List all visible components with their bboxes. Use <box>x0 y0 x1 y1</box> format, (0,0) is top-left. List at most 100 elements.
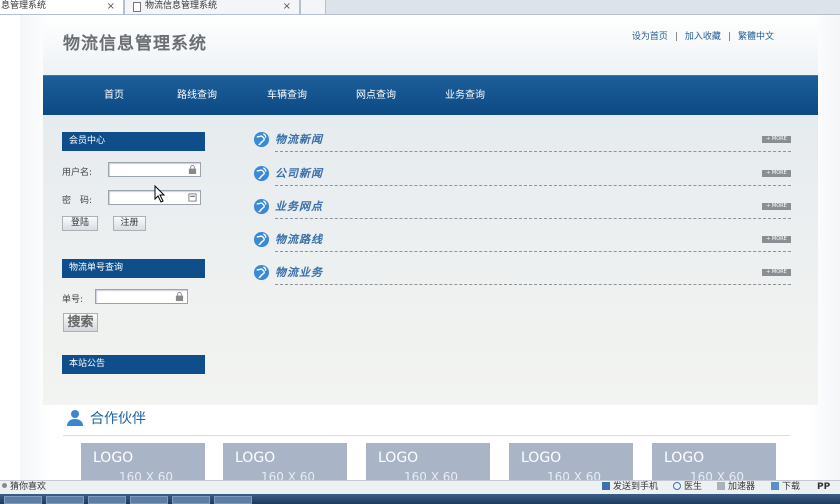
browser-tab[interactable]: 物流信息管理系统 × <box>124 0 300 15</box>
partners-title: 合作伙伴 <box>90 411 146 427</box>
partner-logo[interactable]: LOGO 160 X 60 <box>81 443 205 480</box>
news-section-row[interactable]: 物流新闻 + MORE <box>253 130 791 152</box>
tab-title: 物流信息管理系统 <box>145 1 218 11</box>
close-tab-icon[interactable]: × <box>107 0 115 13</box>
news-section-title[interactable]: 公司新闻 <box>275 165 323 181</box>
logo-size-text: 160 X 60 <box>119 470 174 480</box>
login-button[interactable]: 登陆 <box>62 216 98 231</box>
tracking-number-label: 单号: <box>62 295 84 305</box>
news-section-row[interactable]: 物流路线 + MORE <box>253 230 791 252</box>
taskbar-button[interactable] <box>46 496 84 504</box>
divider <box>275 185 791 186</box>
news-section-title[interactable]: 物流业务 <box>275 264 323 280</box>
accelerator-button[interactable]: 加速器 <box>717 481 755 494</box>
register-button[interactable]: 注册 <box>113 216 146 231</box>
phone-icon <box>602 482 610 490</box>
browser-tab-active[interactable]: 息管理系统 × <box>0 0 124 15</box>
logo-text: LOGO <box>521 450 562 466</box>
more-button[interactable]: + MORE <box>762 203 791 210</box>
set-homepage-link[interactable]: 设为首页 <box>632 32 668 42</box>
rocket-icon <box>717 482 725 490</box>
mouse-cursor-icon <box>154 185 166 203</box>
guess-you-like[interactable]: 猜你喜欢 <box>2 481 46 494</box>
os-taskbar <box>0 494 840 504</box>
logo-size-text: 160 X 60 <box>690 470 745 480</box>
partner-logo[interactable]: LOGO 160 X 60 <box>652 443 776 480</box>
news-section-title[interactable]: 物流新闻 <box>275 131 323 147</box>
download-label: 下载 <box>782 482 801 492</box>
username-input[interactable] <box>108 162 201 177</box>
doctor-label: 医生 <box>684 482 703 492</box>
link-separator: | <box>674 32 678 42</box>
nav-home[interactable]: 首页 <box>104 76 124 116</box>
new-tab-button[interactable] <box>300 0 326 15</box>
news-section-row[interactable]: 业务网点 + MORE <box>253 197 791 219</box>
divider <box>275 151 791 152</box>
logo-text: LOGO <box>235 450 276 466</box>
browser-tab-strip: 息管理系统 × 物流信息管理系统 × <box>0 0 840 15</box>
keyboard-icon <box>188 193 197 202</box>
globe-icon <box>253 165 270 182</box>
search-button[interactable]: 搜索 <box>63 313 98 332</box>
send-to-phone-button[interactable]: 发送到手机 <box>602 481 658 494</box>
top-links: 设为首页 | 加入收藏 | 繁體中文 <box>632 29 774 42</box>
divider <box>275 284 791 285</box>
traditional-chinese-link[interactable]: 繁體中文 <box>738 32 774 42</box>
taskbar-button[interactable] <box>88 496 126 504</box>
doctor-button[interactable]: 医生 <box>673 481 702 494</box>
add-favorite-link[interactable]: 加入收藏 <box>685 32 721 42</box>
news-section-row[interactable]: 公司新闻 + MORE <box>253 164 791 186</box>
more-button[interactable]: + MORE <box>762 136 791 143</box>
news-section-row[interactable]: 物流业务 + MORE <box>253 263 791 285</box>
nav-business-query[interactable]: 业务查询 <box>445 76 485 116</box>
pp-label: PP <box>817 482 831 492</box>
partner-logo[interactable]: LOGO 160 X 60 <box>509 443 633 480</box>
news-section-title[interactable]: 业务网点 <box>275 198 323 214</box>
divider <box>275 251 791 252</box>
logo-size-text: 160 X 60 <box>404 470 459 480</box>
globe-icon <box>253 131 270 148</box>
nav-vehicle-query[interactable]: 车辆查询 <box>267 76 307 116</box>
download-button[interactable]: 下载 <box>771 481 800 494</box>
guess-you-like-label: 猜你喜欢 <box>10 482 47 492</box>
password-label: 密 码: <box>62 196 93 206</box>
logo-text: LOGO <box>378 450 419 466</box>
more-button[interactable]: + MORE <box>762 236 791 243</box>
taskbar-button[interactable] <box>4 496 42 504</box>
logo-text: LOGO <box>93 450 134 466</box>
site-header: 物流信息管理系统 设为首页 | 加入收藏 | 繁體中文 <box>43 15 818 75</box>
lock-icon <box>175 292 184 301</box>
partner-logo[interactable]: LOGO 160 X 60 <box>223 443 347 480</box>
taskbar-button[interactable] <box>214 496 252 504</box>
nav-route-query[interactable]: 路线查询 <box>177 76 217 116</box>
site-title: 物流信息管理系统 <box>63 34 207 54</box>
globe-icon <box>253 231 270 248</box>
dot-icon <box>2 483 7 488</box>
tab-title: 息管理系统 <box>1 1 47 11</box>
download-icon <box>771 482 779 490</box>
taskbar-button[interactable] <box>172 496 210 504</box>
nav-outlet-query[interactable]: 网点查询 <box>356 76 396 116</box>
globe-icon <box>253 264 270 281</box>
tracking-query-header: 物流单号查询 <box>62 259 205 278</box>
tracking-number-input[interactable] <box>95 289 188 304</box>
more-button[interactable]: + MORE <box>762 170 791 177</box>
web-page: 物流信息管理系统 设为首页 | 加入收藏 | 繁體中文 首页 路线查询 车辆查询 网点查… <box>0 15 840 480</box>
member-center-header: 会员中心 <box>62 132 205 151</box>
logo-text: LOGO <box>664 450 705 466</box>
username-label: 用户名: <box>62 168 93 178</box>
link-separator: | <box>727 32 731 42</box>
more-button[interactable]: + MORE <box>762 269 791 276</box>
main-content: 会员中心 用户名: 密 码: 登陆 注册 物流单号查询 单号: 搜索 本站公告 … <box>43 115 818 405</box>
taskbar-button[interactable] <box>130 496 168 504</box>
send-to-phone-label: 发送到手机 <box>613 482 659 492</box>
logo-size-text: 160 X 60 <box>261 470 316 480</box>
user-icon <box>67 410 83 426</box>
page-icon <box>133 2 141 12</box>
doctor-icon <box>673 482 681 490</box>
news-section-title[interactable]: 物流路线 <box>275 231 323 247</box>
site-notice-header: 本站公告 <box>62 355 205 374</box>
globe-icon <box>253 198 270 215</box>
close-tab-icon[interactable]: × <box>283 0 291 13</box>
partner-logo[interactable]: LOGO 160 X 60 <box>366 443 490 480</box>
